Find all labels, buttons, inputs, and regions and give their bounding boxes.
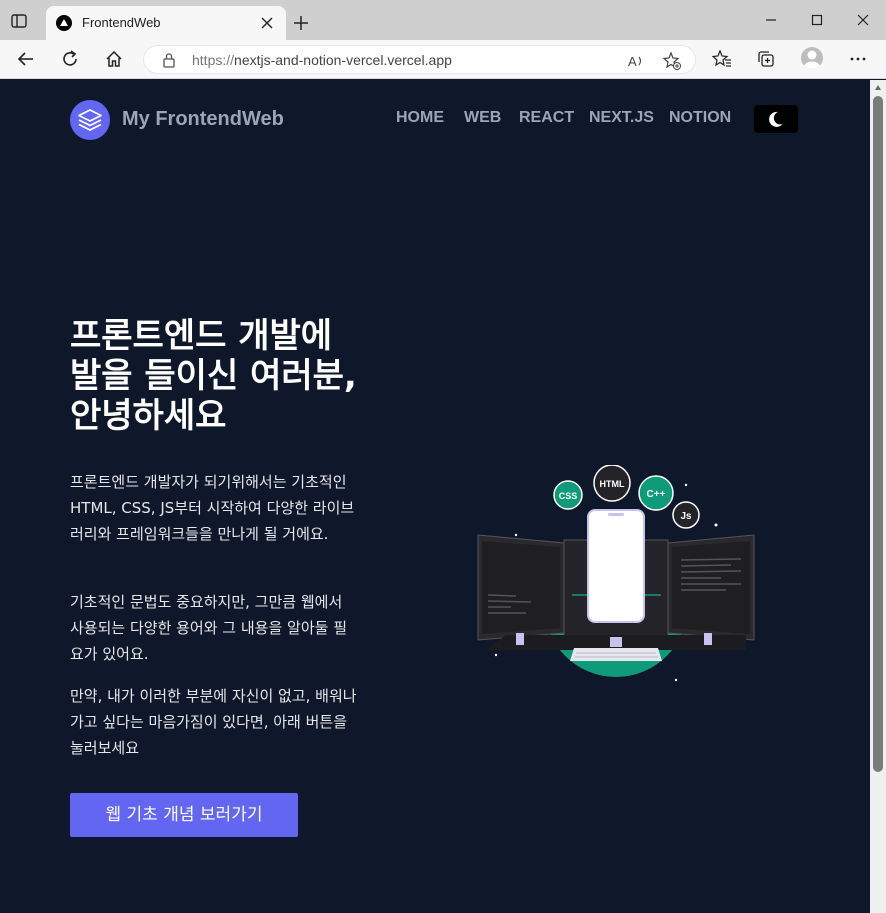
browser-toolbar: https://nextjs-and-notion-vercel.vercel.… [0, 40, 886, 79]
nav-home[interactable]: HOME [396, 109, 444, 127]
close-tab-icon[interactable] [260, 16, 274, 30]
url-scheme: https:// [192, 52, 235, 68]
refresh-icon[interactable] [60, 49, 80, 69]
nav-notion[interactable]: NOTION [669, 109, 731, 127]
home-icon[interactable] [104, 49, 124, 69]
more-menu-icon[interactable] [848, 49, 868, 69]
favorites-icon[interactable] [712, 49, 732, 69]
site-logo-text[interactable]: My FrontendWeb [122, 108, 284, 131]
address-bar[interactable]: https://nextjs-and-notion-vercel.vercel.… [143, 45, 696, 74]
minimize-icon[interactable] [763, 12, 779, 28]
developer-workstation-illustration: CSS HTML C++ Js [477, 465, 755, 682]
browser-tab[interactable]: FrontendWeb [46, 6, 286, 40]
browser-tab-bar: FrontendWeb [0, 0, 886, 40]
logo-icon[interactable] [70, 100, 110, 140]
new-tab-icon[interactable] [292, 14, 310, 32]
add-favorite-icon[interactable] [662, 51, 682, 71]
url-text: https://nextjs-and-notion-vercel.vercel.… [192, 52, 452, 68]
html-badge: HTML [593, 465, 631, 502]
js-badge: Js [672, 501, 700, 529]
tab-actions-icon[interactable] [10, 12, 28, 30]
vercel-favicon-icon [56, 15, 72, 31]
profile-icon [804, 50, 820, 69]
page-scrollbar[interactable] [870, 80, 886, 913]
theme-toggle-button[interactable] [754, 105, 798, 133]
back-arrow-icon[interactable] [16, 49, 36, 69]
hero-paragraph-2: 기초적인 문법도 중요하지만, 그만큼 웹에서 사용되는 다양한 용어와 그 내… [70, 593, 348, 663]
page-content: My FrontendWeb HOME WEB REACT NEXT.JS NO… [0, 80, 870, 913]
lock-icon[interactable] [162, 52, 176, 68]
web-basics-button[interactable]: 웹 기초 개념 보러가기 [70, 793, 298, 837]
hero-title: 프론트엔드 개발에 발을 들이신 여러분, 안녕하세요 [70, 316, 357, 436]
html-badge-label: HTML [600, 479, 625, 489]
css-badge: CSS [553, 480, 583, 510]
css-badge-label: CSS [559, 491, 578, 501]
read-aloud-icon[interactable]: A [626, 51, 646, 71]
cpp-badge: C++ [638, 475, 674, 511]
js-badge-label: Js [680, 511, 692, 522]
maximize-icon[interactable] [809, 12, 825, 28]
collections-icon[interactable] [756, 49, 776, 69]
scroll-up-icon[interactable] [874, 84, 882, 92]
nav-nextjs[interactable]: NEXT.JS [589, 109, 654, 127]
tab-title: FrontendWeb [82, 15, 161, 30]
cpp-badge-label: C++ [647, 489, 666, 500]
layers-icon [78, 109, 102, 131]
hero-paragraph-1: 프론트엔드 개발자가 되기위해서는 기초적인 HTML, CSS, JS부터 시… [70, 473, 355, 543]
scrollbar-thumb[interactable] [873, 96, 883, 772]
profile-avatar[interactable] [801, 47, 823, 69]
nav-react[interactable]: REACT [519, 109, 574, 127]
svg-text:A: A [628, 54, 637, 69]
url-host: nextjs-and-notion-vercel.vercel.app [234, 52, 452, 68]
hero-paragraph-3: 만약, 내가 이러한 부분에 자신이 없고, 배워나가고 싶다는 마음가짐이 있… [70, 687, 357, 757]
close-window-icon[interactable] [855, 12, 871, 28]
moon-icon [769, 111, 783, 127]
nav-web[interactable]: WEB [464, 109, 501, 127]
